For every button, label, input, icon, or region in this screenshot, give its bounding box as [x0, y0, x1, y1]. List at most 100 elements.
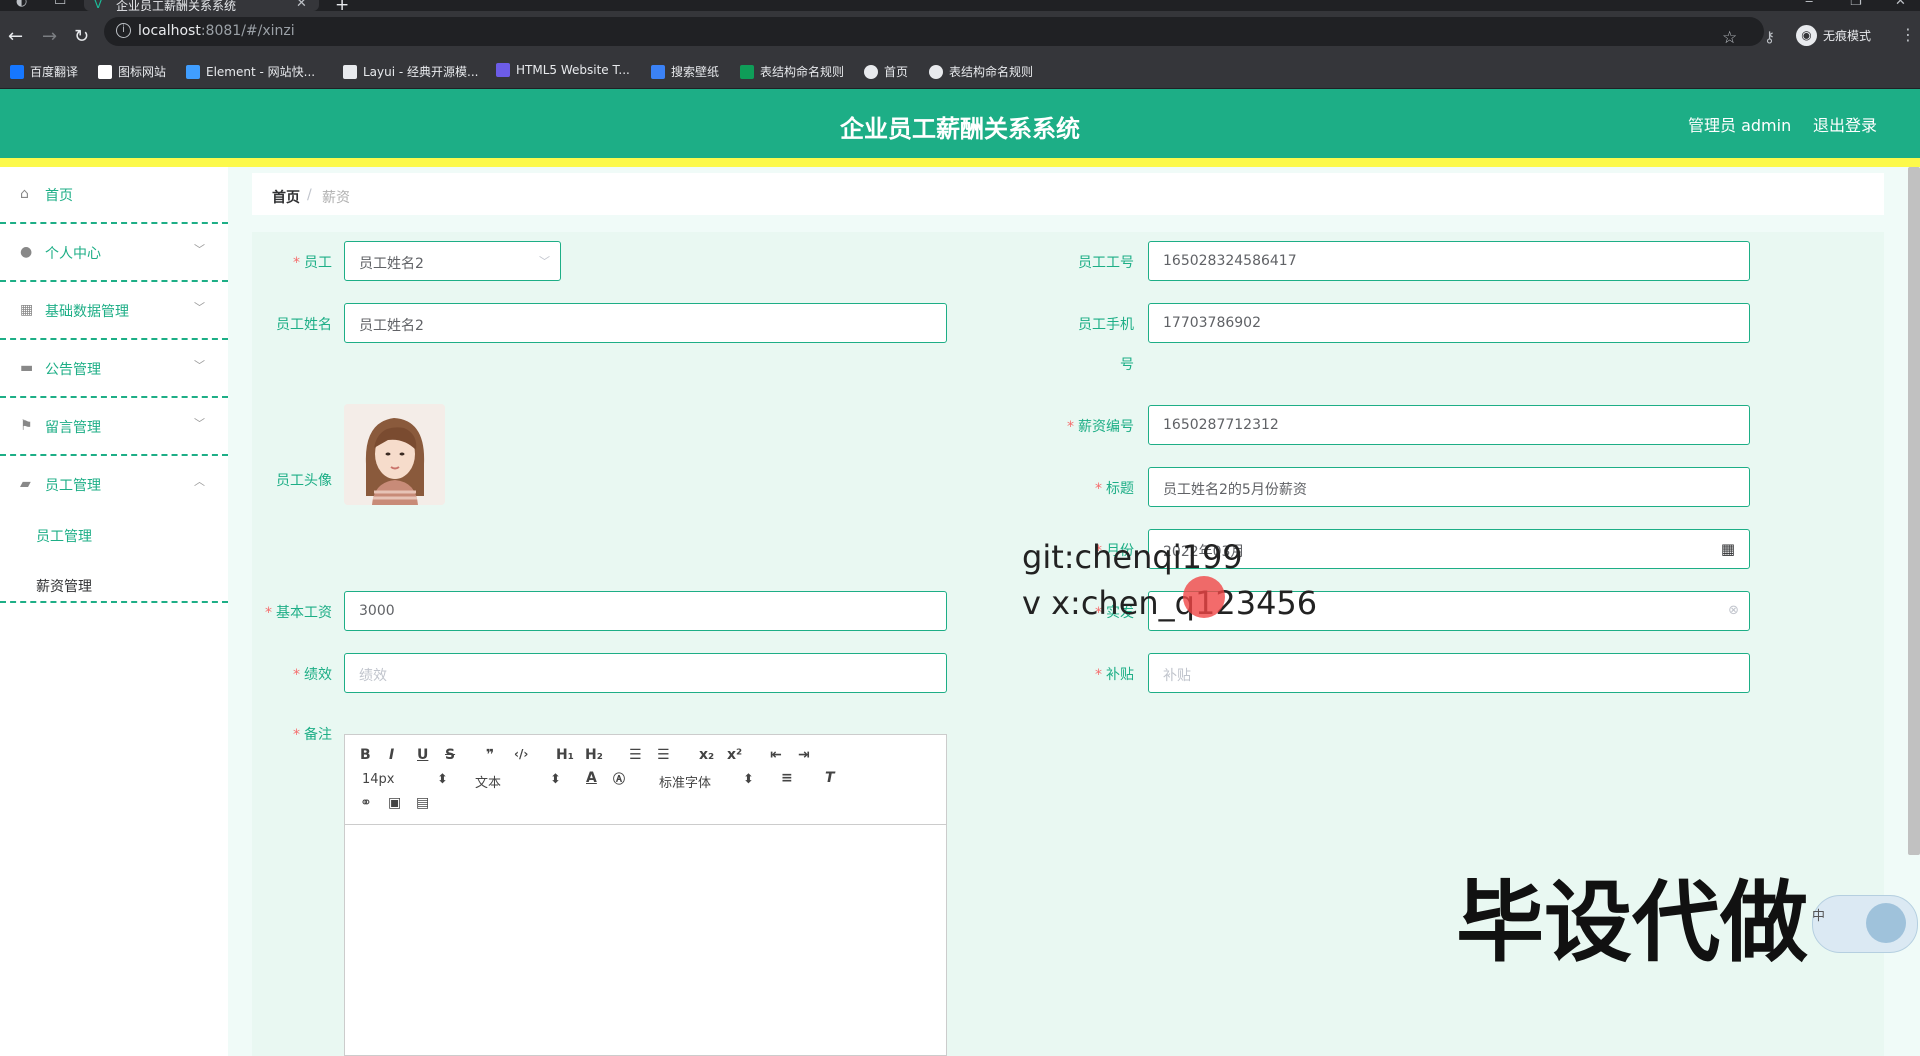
background-color-icon[interactable]: Ⓐ	[613, 770, 625, 787]
sidebar-subitem-salary[interactable]: 薪资管理	[36, 576, 92, 596]
employee-avatar[interactable]	[344, 404, 445, 505]
mouse-cursor-highlight	[1183, 576, 1225, 618]
performance-label: * 绩效	[293, 667, 332, 683]
performance-field[interactable]: 绩效	[344, 653, 947, 693]
sidebar-item-employees[interactable]: ▰ 员工管理 ︿ 员工管理 薪资管理	[0, 457, 228, 603]
close-window-icon[interactable]: ✕	[1895, 0, 1906, 9]
employee-select[interactable]: 员工姓名2 ﹀	[344, 241, 561, 281]
html5-icon	[496, 63, 510, 77]
phone-field[interactable]: 17703786902	[1148, 303, 1750, 343]
key-icon[interactable]: ⚷	[1764, 28, 1775, 46]
code-icon[interactable]: ‹/›	[514, 747, 528, 761]
bookmark-item[interactable]: 表结构命名规则	[929, 63, 1033, 80]
select-arrows-icon: ⬍	[437, 772, 448, 787]
bold-icon[interactable]: B	[360, 747, 371, 763]
employee-label: * 员工	[293, 255, 332, 271]
outdent-icon[interactable]: ⇤	[770, 747, 782, 763]
select-arrows-icon: ⬍	[743, 772, 754, 787]
superscript-icon[interactable]: x²	[727, 747, 742, 763]
link-icon[interactable]: ⚭	[360, 795, 372, 811]
phone-label: 员工手机	[1078, 317, 1134, 333]
watermark-banner: 毕设代做	[1456, 871, 1809, 974]
briefcase-icon: ▰	[20, 476, 31, 492]
bookmark-item[interactable]: 搜索壁纸	[651, 63, 719, 80]
address-bar[interactable]: i localhost:8081/#/xinzi	[104, 17, 1764, 46]
base-salary-field[interactable]: 3000	[344, 591, 947, 631]
bookmark-item[interactable]: Layui - 经典开源模...	[343, 63, 478, 80]
sidebar-subitem-employees[interactable]: 员工管理	[36, 526, 92, 546]
heading2-icon[interactable]: H₂	[585, 747, 603, 763]
bookmark-item[interactable]: 百度翻译	[10, 63, 78, 80]
forward-icon[interactable]: →	[42, 26, 57, 47]
bookmark-item[interactable]: 表结构命名规则	[740, 63, 844, 80]
subsidy-field[interactable]: 补贴	[1148, 653, 1750, 693]
menu-kebab-icon[interactable]: ⋮	[1900, 25, 1916, 44]
font-family-select[interactable]: 标准字体	[659, 772, 711, 791]
bookmark-item[interactable]: Element - 网站快...	[186, 63, 315, 80]
mascot-icon	[1866, 903, 1906, 943]
incognito-badge[interactable]: ◉ 无痕模式	[1796, 25, 1871, 46]
font-color-icon[interactable]: A	[586, 770, 597, 786]
close-icon[interactable]: ✕	[296, 0, 307, 11]
heading1-icon[interactable]: H₁	[556, 747, 574, 763]
font-size-select[interactable]: 14px	[362, 772, 395, 787]
calendar-icon[interactable]: ▦	[1721, 540, 1735, 558]
breadcrumb-current: 薪资	[322, 190, 350, 206]
underline-icon[interactable]: U	[417, 747, 428, 763]
header-accent-bar	[0, 158, 1920, 167]
minimize-icon[interactable]: ‒	[1805, 0, 1813, 9]
sidebar-item-notice[interactable]: ▬ 公告管理 ﹀	[0, 341, 228, 398]
emp-no-field[interactable]: 165028324586417	[1148, 241, 1750, 281]
phone-label-wrap: 号	[1120, 357, 1134, 373]
paragraph-select[interactable]: 文本	[475, 772, 501, 791]
bookmark-star-icon[interactable]: ☆	[1722, 28, 1737, 48]
indent-icon[interactable]: ⇥	[798, 747, 810, 763]
italic-icon[interactable]: I	[389, 747, 394, 763]
back-icon[interactable]: ←	[8, 26, 23, 47]
rich-text-editor[interactable]: B I U S ❞ ‹/› H₁ H₂ ☰ ☰ x₂ x² ⇤ ⇥ 14px ⬍…	[344, 734, 947, 1056]
salary-no-field[interactable]: 1650287712312	[1148, 405, 1750, 445]
bookmark-item[interactable]: 首页	[864, 63, 908, 80]
video-icon[interactable]: ▤	[416, 795, 429, 811]
title-field[interactable]: 员工姓名2的5月份薪资	[1148, 467, 1750, 507]
incognito-icon: ◉	[1796, 25, 1817, 46]
bullet-list-icon[interactable]: ☰	[657, 747, 670, 763]
reload-icon[interactable]: ↻	[74, 26, 89, 47]
page-scrollbar[interactable]	[1908, 167, 1920, 855]
subscript-icon[interactable]: x₂	[699, 747, 714, 763]
url-text[interactable]: localhost:8081/#/xinzi	[138, 23, 295, 39]
browser-tab[interactable]: V 企业员工薪酬关系系统 ✕	[84, 0, 319, 13]
title-label: * 标题	[1095, 481, 1134, 497]
align-icon[interactable]: ≡	[781, 770, 793, 786]
subsidy-label: * 补贴	[1095, 667, 1134, 683]
quote-icon[interactable]: ❞	[486, 747, 494, 763]
sidebar-item-home[interactable]: ⌂ 首页	[0, 167, 228, 224]
user-icon: ●	[20, 244, 33, 260]
maximize-icon[interactable]: ❐	[1850, 0, 1862, 9]
globe-icon	[864, 64, 878, 79]
bookmark-item[interactable]: HTML5 Website T...	[496, 63, 630, 77]
sidebar-item-profile[interactable]: ● 个人中心 ﹀	[0, 225, 228, 282]
clear-icon[interactable]: ⊗	[1728, 603, 1739, 618]
logout-link[interactable]: 退出登录	[1813, 112, 1877, 136]
bookmark-item[interactable]: 图标网站	[98, 63, 166, 80]
sidebar-item-basic-data[interactable]: ▦ 基础数据管理 ﹀	[0, 283, 228, 340]
emp-name-label: 员工姓名	[276, 317, 332, 333]
monitor-icon: ▬	[20, 360, 34, 376]
emp-name-field[interactable]: 员工姓名2	[344, 303, 947, 343]
element-icon	[186, 64, 200, 79]
strike-icon[interactable]: S	[445, 747, 455, 763]
sheet-icon	[740, 64, 754, 79]
flag-icon: ⚑	[20, 418, 33, 434]
image-icon[interactable]: ▣	[388, 795, 401, 811]
chevron-down-icon: ﹀	[194, 417, 205, 430]
browser-tab-strip: ◐ ▭ V 企业员工薪酬关系系统 ✕ + ‒ ❐ ✕	[0, 0, 1920, 15]
tab-strip-icon: ▭	[54, 0, 67, 9]
info-icon[interactable]: i	[116, 23, 131, 38]
sidebar-item-messages[interactable]: ⚑ 留言管理 ﹀	[0, 399, 228, 456]
ordered-list-icon[interactable]: ☰	[629, 747, 642, 763]
vue-icon: V	[94, 0, 103, 11]
watermark-git: git:chenqi199	[1022, 538, 1243, 576]
breadcrumb-home[interactable]: 首页	[272, 187, 300, 207]
clear-format-icon[interactable]: T	[825, 770, 835, 786]
